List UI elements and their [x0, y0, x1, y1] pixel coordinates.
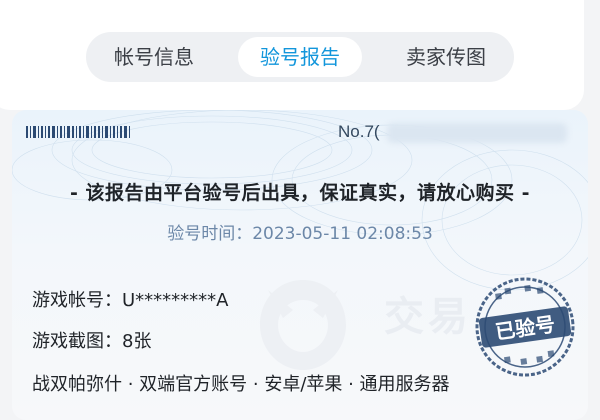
watermark-logo-icon — [260, 280, 346, 370]
verification-report-card: No.7( - 该报告由平台验号后出具，保证真实，请放心购买 - 验号时间：20… — [12, 110, 588, 420]
report-title: - 该报告由平台验号后出具，保证真实，请放心购买 - — [69, 182, 530, 204]
watermark-text: 交易 — [384, 294, 472, 340]
tab-bar: 帐号信息 验号报告 卖家传图 — [86, 32, 514, 82]
game-details: 战双帕弥什 · 双端官方账号 · 安卓/苹果 · 通用服务器 — [32, 374, 450, 395]
game-account: 游戏帐号：U*********A — [32, 290, 229, 311]
verify-time: 验号时间：2023-05-11 02:08:53 — [167, 224, 433, 244]
report-number: No.7( — [338, 122, 380, 141]
tab-account-info[interactable]: 帐号信息 — [92, 37, 216, 77]
report-number-redaction — [387, 123, 567, 143]
tab-seller-images[interactable]: 卖家传图 — [384, 37, 508, 77]
tab-verification-report[interactable]: 验号报告 — [238, 37, 362, 77]
game-screenshot-count: 游戏截图：8张 — [32, 331, 152, 352]
verified-stamp-icon: 已验号 — [475, 277, 575, 377]
barcode-graphic — [26, 126, 132, 138]
